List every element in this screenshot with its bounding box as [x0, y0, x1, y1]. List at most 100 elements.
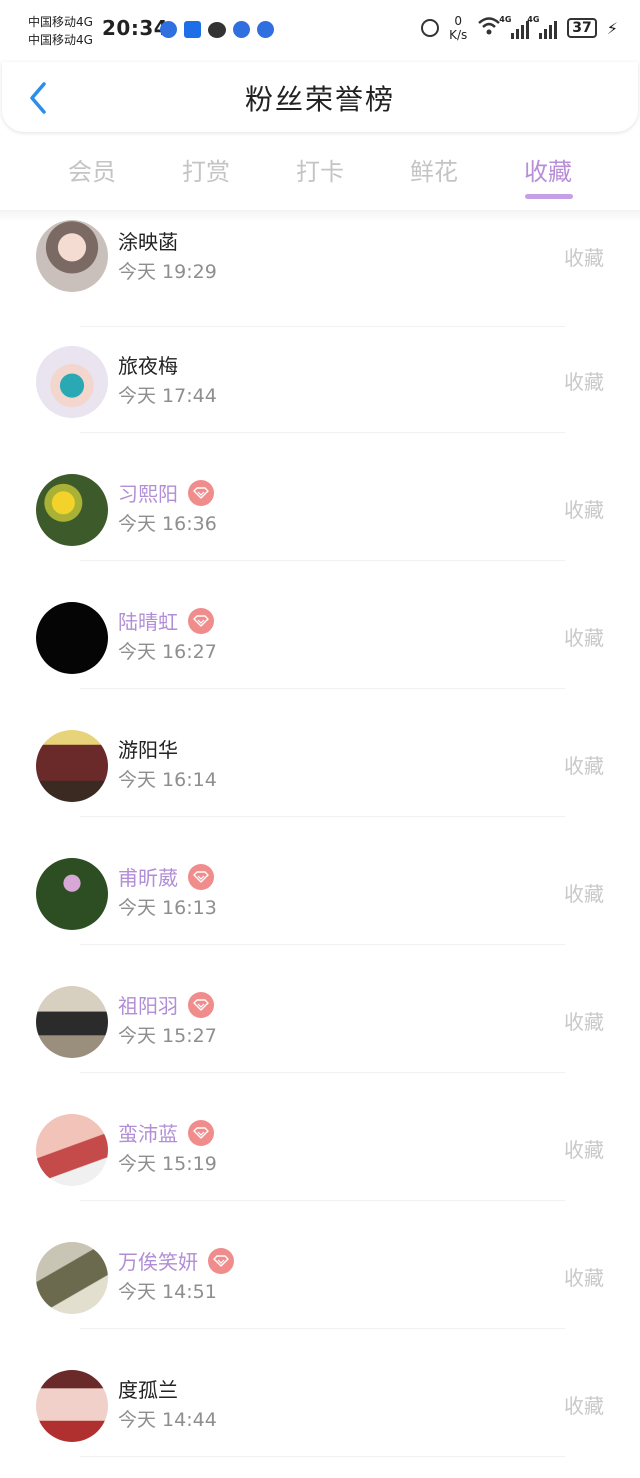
app-notification-icon [184, 21, 201, 38]
name-line: 万俟笑妍 [118, 1246, 234, 1275]
vip-diamond-icon [188, 607, 214, 634]
favorite-action-label: 收藏 [564, 754, 604, 778]
tab-members[interactable]: 会员 [35, 148, 149, 204]
clock: 20:34 [102, 16, 169, 40]
vip-diamond-icon [208, 1247, 234, 1274]
signal-type-label: 4G [499, 15, 512, 24]
vip-diamond-icon [188, 863, 214, 890]
tab-rewards[interactable]: 打赏 [149, 148, 263, 204]
network-speed: 0 K/s [449, 14, 467, 42]
fan-timestamp: 今天 15:19 [118, 1153, 217, 1175]
carrier-1: 中国移动4G [28, 15, 93, 29]
fan-list-item[interactable]: 万俟笑妍 今天 14:51 收藏 [0, 1222, 640, 1350]
favorite-action-label: 收藏 [564, 1138, 604, 1162]
tab-favorites[interactable]: 收藏 [491, 148, 605, 204]
fan-list-item[interactable]: 涂映菡今天 19:29 收藏 [0, 220, 640, 327]
fan-list-item[interactable]: 甫昕葳今天 16:13 收藏 [0, 838, 640, 966]
fan-timestamp: 今天 19:29 [118, 261, 217, 283]
status-bar: 中国移动4G 中国移动4G 20:34 0 K/s 4G 4G 37 ⚡ [0, 0, 640, 60]
fan-timestamp: 今天 15:27 [118, 1025, 217, 1047]
fan-list: 涂映菡 今天 19:29 收藏 旅夜梅 今天 17:44 收藏 习熙阳 今天 16:36 收藏陆… [0, 220, 640, 1478]
favorite-action-label: 收藏 [564, 246, 604, 270]
fan-name[interactable]: 万俟笑妍 [118, 1246, 198, 1275]
network-speed-unit: K/s [449, 28, 468, 42]
wifi-icon [477, 16, 501, 41]
row-divider [80, 1200, 565, 1201]
name-line: 甫昕葳 [118, 862, 214, 891]
name-line: 习熙阳 [118, 478, 214, 507]
fan-name[interactable]: 陆晴虹 [118, 606, 178, 635]
avatar[interactable] [36, 1242, 108, 1314]
app-header: 粉丝荣誉榜 [2, 62, 638, 132]
fan-name[interactable]: 蛮沛蓝 [118, 1118, 178, 1147]
app-notification-icon [257, 21, 274, 38]
name-line: 游阳华 [118, 734, 178, 763]
name-line: 涂映菡 [118, 226, 178, 255]
system-icons: 0 K/s 4G 4G 37 ⚡ [421, 14, 618, 42]
name-line: 祖阳羽 [118, 990, 214, 1019]
name-line: 蛮沛蓝 [118, 1118, 214, 1147]
avatar[interactable] [36, 986, 108, 1058]
row-divider [80, 816, 565, 817]
vip-diamond-icon [188, 479, 214, 506]
avatar[interactable] [36, 1370, 108, 1442]
avatar[interactable] [36, 858, 108, 930]
message-icon [208, 22, 226, 38]
favorite-action-label: 收藏 [564, 1266, 604, 1290]
fan-list-item[interactable]: 祖阳羽今天 15:27 收藏 [0, 966, 640, 1094]
fan-name[interactable]: 习熙阳 [118, 478, 178, 507]
fan-name[interactable]: 旅夜梅 [118, 350, 178, 379]
avatar[interactable] [36, 474, 108, 546]
favorite-action-label: 收藏 [564, 498, 604, 522]
row-divider [80, 1072, 565, 1073]
row-divider [80, 432, 565, 433]
fan-timestamp: 今天 17:44 [118, 385, 217, 407]
notification-icons [160, 21, 274, 38]
avatar[interactable] [36, 346, 108, 418]
row-divider [80, 944, 565, 945]
tab-bar: 会员 打赏 打卡 鲜花 收藏 [35, 148, 605, 204]
fan-name[interactable]: 祖阳羽 [118, 990, 178, 1019]
battery-icon: 37 [567, 18, 597, 38]
fan-timestamp: 今天 16:13 [118, 897, 217, 919]
tab-flowers[interactable]: 鲜花 [377, 148, 491, 204]
fan-name[interactable]: 甫昕葳 [118, 862, 178, 891]
charging-icon: ⚡ [606, 18, 618, 38]
alarm-icon [421, 19, 440, 37]
favorite-action-label: 收藏 [564, 882, 604, 906]
fan-timestamp: 今天 16:27 [118, 641, 217, 663]
row-divider [80, 688, 565, 689]
avatar[interactable] [36, 602, 108, 674]
vip-diamond-icon [188, 991, 214, 1018]
app-notification-icon [160, 21, 177, 38]
fan-name[interactable]: 涂映菡 [118, 226, 178, 255]
fan-timestamp: 今天 16:36 [118, 513, 217, 535]
carrier-info: 中国移动4G 中国移动4G [28, 13, 93, 49]
network-speed-value: 0 [454, 14, 463, 28]
name-line: 陆晴虹 [118, 606, 214, 635]
signal-icon: 4G [527, 15, 558, 39]
app-notification-icon [233, 21, 250, 38]
carrier-2: 中国移动4G [28, 33, 93, 47]
fan-list-item[interactable]: 习熙阳今天 16:36 收藏 [0, 454, 640, 582]
favorite-action-label: 收藏 [564, 1010, 604, 1034]
fan-name[interactable]: 度孤兰 [118, 1374, 178, 1403]
fan-list-item[interactable]: 陆晴虹今天 16:27 收藏 [0, 582, 640, 710]
avatar[interactable] [36, 1114, 108, 1186]
avatar[interactable] [36, 730, 108, 802]
fan-timestamp: 今天 16:14 [118, 769, 217, 791]
row-divider [80, 1456, 565, 1457]
fan-list-item[interactable]: 旅夜梅今天 17:44 收藏 [0, 326, 640, 454]
favorite-action-label: 收藏 [564, 370, 604, 394]
fan-list-item[interactable]: 度孤兰 今天 14:44 收藏 [0, 1350, 640, 1478]
name-line: 度孤兰 [118, 1374, 178, 1403]
favorite-action-label: 收藏 [564, 626, 604, 650]
row-divider [80, 560, 565, 561]
fan-name[interactable]: 游阳华 [118, 734, 178, 763]
fan-list-item[interactable]: 游阳华今天 16:14 收藏 [0, 710, 640, 838]
name-line: 旅夜梅 [118, 350, 178, 379]
avatar[interactable] [36, 220, 108, 292]
fan-list-item[interactable]: 蛮沛蓝今天 15:19 收藏 [0, 1094, 640, 1222]
signal-type-label: 4G [527, 15, 540, 24]
tab-checkin[interactable]: 打卡 [263, 148, 377, 204]
